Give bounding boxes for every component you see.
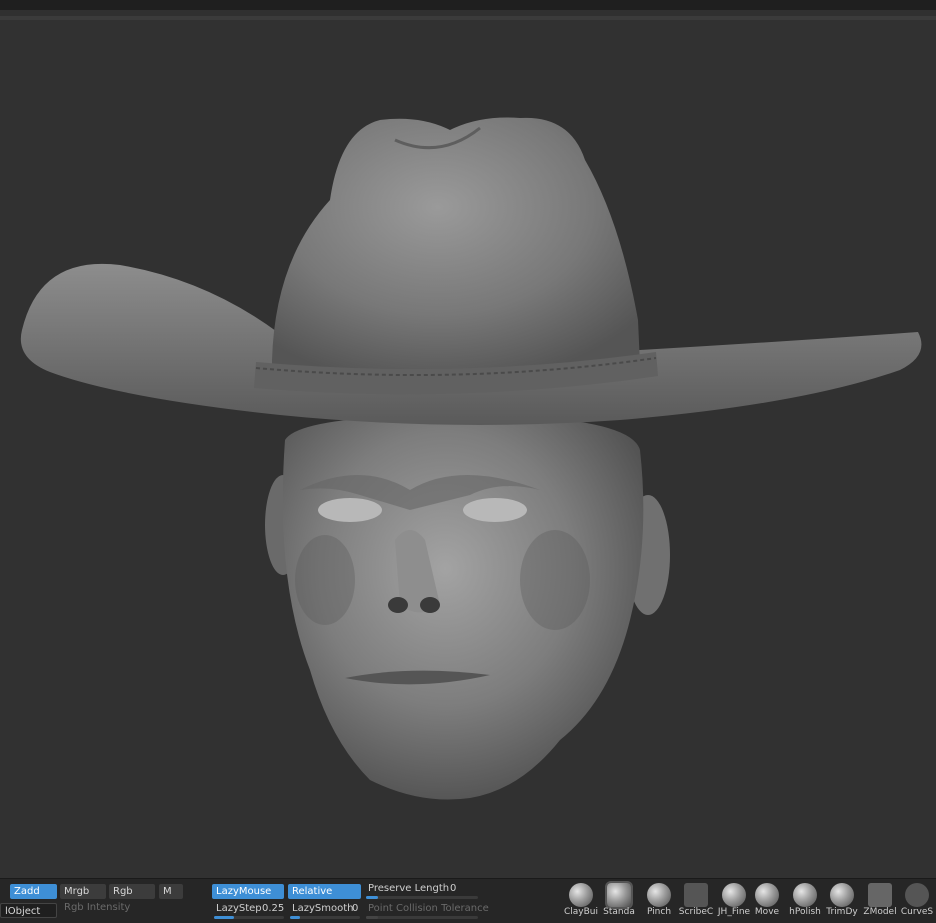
rgb-button[interactable]: Rgb xyxy=(109,884,155,899)
lazysmooth-label: LazySmooth xyxy=(292,903,354,914)
preserve-length-label: Preserve Length xyxy=(368,883,450,894)
brush-claybuildup[interactable]: ClayBui xyxy=(562,879,600,923)
lazystep-value: 0.25 xyxy=(262,903,285,914)
lazysmooth-slider[interactable] xyxy=(290,916,360,919)
zmodel-brush-icon xyxy=(868,883,892,907)
preserve-length-value: 0 xyxy=(450,883,457,894)
curve-brush-icon xyxy=(905,883,929,907)
point-collision-tolerance[interactable]: Point Collision Tolerance xyxy=(368,903,489,914)
brush-hpolish[interactable]: hPolish xyxy=(786,879,824,923)
subtool-label[interactable]: lObject xyxy=(0,903,57,918)
brush-standard[interactable]: Standa xyxy=(600,879,638,923)
top-menu-bar xyxy=(0,0,936,10)
move-brush-icon xyxy=(755,883,779,907)
brush-pinch[interactable]: Pinch xyxy=(640,879,678,923)
hat-crown xyxy=(272,117,640,374)
relative-toggle[interactable]: Relative xyxy=(288,884,361,899)
lazystep-label: LazyStep xyxy=(216,903,262,914)
scribe-brush-icon xyxy=(684,883,708,907)
rgb-intensity-slider[interactable]: Rgb Intensity xyxy=(64,902,130,913)
sculpt-model xyxy=(20,117,922,800)
trim-brush-icon xyxy=(830,883,854,907)
brush-curvesurface[interactable]: CurveS xyxy=(898,879,936,923)
preserve-length-slider[interactable] xyxy=(366,896,478,899)
mrgb-button[interactable]: Mrgb xyxy=(60,884,106,899)
zadd-button[interactable]: Zadd xyxy=(10,884,57,899)
left-eye xyxy=(318,498,382,522)
point-collision-slider[interactable] xyxy=(366,916,478,919)
pinch-brush-icon xyxy=(647,883,671,907)
brush-zmodeler[interactable]: ZModel xyxy=(861,879,899,923)
bottom-shelf: Zadd Mrgb Rgb M Rgb Intensity lObject La… xyxy=(0,878,936,923)
brush-trimdynamic[interactable]: TrimDy xyxy=(823,879,861,923)
lazysmooth-value: 0 xyxy=(352,903,359,914)
standard-brush-icon xyxy=(607,883,631,907)
sphere-brush-icon xyxy=(722,883,746,907)
right-eye xyxy=(463,498,527,522)
clay-brush-icon xyxy=(569,883,593,907)
brush-scribecurve[interactable]: ScribeC xyxy=(677,879,715,923)
document-canvas[interactable] xyxy=(0,20,936,878)
lazystep-slider[interactable] xyxy=(214,916,284,919)
polish-brush-icon xyxy=(793,883,817,907)
lazymouse-toggle[interactable]: LazyMouse xyxy=(212,884,284,899)
brush-move[interactable]: Move xyxy=(748,879,786,923)
m-button[interactable]: M xyxy=(159,884,183,899)
